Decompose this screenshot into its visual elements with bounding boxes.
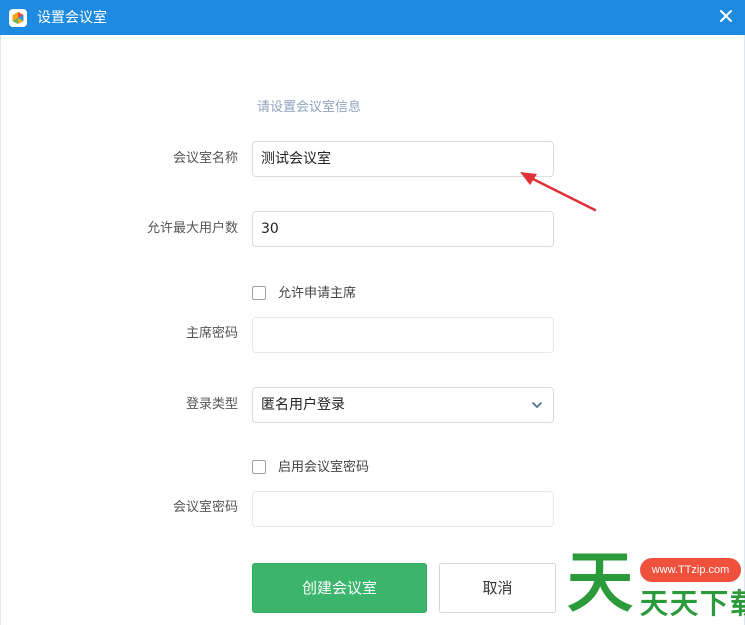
meeting-app-icon — [9, 9, 27, 27]
watermark-logo: 天 — [567, 544, 633, 621]
max-users-label: 允许最大用户数 — [146, 221, 238, 236]
cancel-button[interactable]: 取消 — [439, 563, 556, 613]
close-icon — [720, 10, 732, 22]
enable-room-password-checkbox[interactable] — [252, 460, 266, 474]
login-type-value: 匿名用户登录 — [261, 397, 345, 413]
window-title: 设置会议室 — [37, 10, 107, 26]
create-room-button[interactable]: 创建会议室 — [252, 563, 427, 613]
max-users-input[interactable]: 30 — [252, 211, 554, 247]
login-type-select[interactable]: 匿名用户登录 — [252, 387, 554, 423]
form-hint: 请设置会议室信息 — [257, 100, 362, 115]
enable-room-password-label: 启用会议室密码 — [278, 460, 370, 475]
close-button[interactable] — [715, 5, 737, 27]
chair-password-input[interactable] — [252, 317, 554, 353]
room-password-label: 会议室密码 — [172, 500, 238, 515]
window-frame-left — [0, 35, 1, 625]
room-password-input[interactable] — [252, 491, 554, 527]
allow-apply-chair-checkbox[interactable] — [252, 286, 266, 300]
watermark-text: 天天下载 — [640, 587, 745, 620]
login-type-label: 登录类型 — [185, 397, 238, 412]
room-name-label: 会议室名称 — [172, 151, 238, 166]
title-bar: 设置会议室 — [0, 0, 745, 35]
watermark-url: www.TTzip.com — [640, 558, 741, 582]
chevron-down-icon — [532, 402, 542, 408]
chair-password-label: 主席密码 — [185, 326, 238, 341]
annotation-arrow-icon — [520, 172, 597, 212]
allow-apply-chair-label: 允许申请主席 — [278, 286, 357, 301]
room-name-input[interactable]: 测试会议室 — [252, 141, 554, 177]
